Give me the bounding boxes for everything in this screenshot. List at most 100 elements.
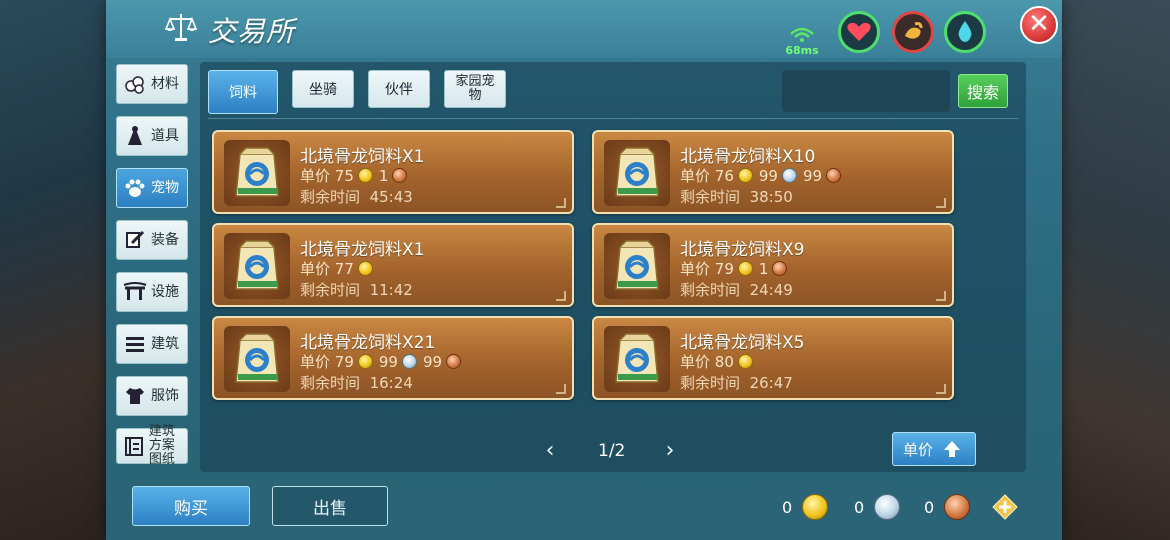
time-label: 剩余时间 xyxy=(300,281,361,299)
tab-label: 家园宠物 xyxy=(455,74,495,103)
gold-balance: 0 xyxy=(782,497,793,517)
sidebar-item-label: 服饰 xyxy=(151,387,179,404)
gold-coin-icon xyxy=(802,494,829,520)
time-remaining: 45:43 xyxy=(369,188,413,206)
listing-card[interactable]: 北境骨龙饲料X10 单价 76 99 99 剩余时间 38:50 xyxy=(592,130,954,214)
silver-coin-icon xyxy=(401,354,417,369)
chevron-right-icon: › xyxy=(665,438,675,463)
blueprint-icon xyxy=(123,434,145,458)
ping-value: 68ms xyxy=(785,44,819,57)
listing-card[interactable]: 北境骨龙饲料X21 单价 79 99 99 剩余时间 16:24 xyxy=(212,316,574,400)
facility-icon xyxy=(123,280,147,304)
page-indicator: 1/2 xyxy=(598,441,626,461)
search-button[interactable]: 搜索 xyxy=(958,74,1008,108)
item-price: 单价 80 xyxy=(680,351,759,372)
tab-partner[interactable]: 伙伴 xyxy=(368,70,430,108)
item-name: 北境骨龙饲料X1 xyxy=(300,147,425,167)
sidebar-item-label: 装备 xyxy=(151,231,179,248)
copper-coin-icon xyxy=(392,168,408,183)
add-currency-button[interactable] xyxy=(992,494,1018,520)
time-remaining: 24:49 xyxy=(749,281,793,299)
price-label: 单价 xyxy=(680,260,711,278)
listing-card[interactable]: 北境骨龙饲料X1 单价 75 1 剩余时间 45:43 xyxy=(212,130,574,214)
sort-label: 单价 xyxy=(903,440,934,459)
buy-button[interactable]: 购买 xyxy=(132,486,250,526)
sidebar-item-props[interactable]: 道具 xyxy=(116,116,188,156)
wallet-copper: 0 xyxy=(924,494,976,520)
listing-card[interactable]: 北境骨龙饲料X9 单价 79 1 剩余时间 24:49 xyxy=(592,223,954,307)
corner-mark xyxy=(936,291,946,301)
time-label: 剩余时间 xyxy=(300,188,361,206)
chevron-left-icon: ‹ xyxy=(545,438,555,463)
price-label: 单价 xyxy=(300,167,331,185)
gold-amount: 77 xyxy=(334,259,354,278)
tab-label: 坐骑 xyxy=(309,82,337,98)
time-label: 剩余时间 xyxy=(680,281,741,299)
exchange-panel: 交易所 68ms ✕ 材料 道具 宠物 装备 设施 建筑 服饰 建筑方案图纸 饲… xyxy=(106,0,1062,540)
tab-home-pet[interactable]: 家园宠物 xyxy=(444,70,506,108)
prev-page-button[interactable]: ‹ xyxy=(540,440,560,462)
sidebar-item-label: 设施 xyxy=(151,283,179,300)
copper-balance: 0 xyxy=(924,497,935,517)
sidebar-item-equipment[interactable]: 装备 xyxy=(116,220,188,260)
item-name: 北境骨龙饲料X1 xyxy=(300,240,425,260)
health-status-button[interactable] xyxy=(838,11,880,53)
sidebar-item-blueprint[interactable]: 建筑方案图纸 xyxy=(116,425,188,467)
feed-bag-icon xyxy=(604,233,670,299)
title-bar: 交易所 68ms ✕ xyxy=(106,0,1062,58)
sidebar-item-clothing[interactable]: 服饰 xyxy=(116,376,188,416)
buy-label: 购买 xyxy=(174,498,208,519)
close-button[interactable]: ✕ xyxy=(1020,6,1058,44)
sell-button[interactable]: 出售 xyxy=(272,486,388,526)
copper-amount: 1 xyxy=(758,259,769,278)
sort-by-price-button[interactable]: 单价 xyxy=(892,432,976,466)
gold-amount: 79 xyxy=(714,259,734,278)
feed-bag-icon xyxy=(224,140,290,206)
listing-card[interactable]: 北境骨龙饲料X5 单价 80 剩余时间 26:47 xyxy=(592,316,954,400)
tab-feed[interactable]: 饲料 xyxy=(208,70,278,114)
sidebar-item-facility[interactable]: 设施 xyxy=(116,272,188,312)
time-remaining: 11:42 xyxy=(369,281,413,299)
feed-bag-icon xyxy=(224,233,290,299)
copper-amount: 1 xyxy=(378,166,389,185)
sidebar-item-label: 建筑 xyxy=(151,335,179,352)
listing-card[interactable]: 北境骨龙饲料X1 单价 77 剩余时间 11:42 xyxy=(212,223,574,307)
search-button-label: 搜索 xyxy=(966,83,999,102)
gold-coin-icon xyxy=(737,261,753,276)
time-label: 剩余时间 xyxy=(300,374,361,392)
listing-area: 饲料 坐骑 伙伴 家园宠物 搜索 北境骨龙饲料X1 单价 75 1 剩余时间 4… xyxy=(200,62,1026,472)
page-title: 交易所 xyxy=(208,15,296,48)
silver-amount: 99 xyxy=(378,352,398,371)
copper-amount: 99 xyxy=(802,166,823,185)
gold-coin-icon xyxy=(737,168,753,183)
copper-coin-icon xyxy=(826,168,842,183)
silver-coin-icon xyxy=(781,168,797,183)
game-scene-left xyxy=(0,0,110,540)
tab-mount[interactable]: 坐骑 xyxy=(292,70,354,108)
gold-amount: 75 xyxy=(334,166,354,185)
item-name: 北境骨龙饲料X9 xyxy=(680,240,805,260)
divider xyxy=(208,118,1018,119)
next-page-button[interactable]: › xyxy=(660,440,680,462)
search-input[interactable] xyxy=(782,70,950,112)
tab-label: 饲料 xyxy=(229,85,257,101)
props-icon xyxy=(123,124,147,148)
wallet-silver: 0 xyxy=(854,494,906,520)
sidebar-item-materials[interactable]: 材料 xyxy=(116,64,188,104)
price-label: 单价 xyxy=(300,353,331,371)
silver-coin-icon xyxy=(874,494,901,520)
water-status-button[interactable] xyxy=(944,11,986,53)
sort-arrow-up-icon xyxy=(944,441,961,457)
food-icon xyxy=(905,22,923,39)
sidebar-item-building[interactable]: 建筑 xyxy=(116,324,188,364)
copper-coin-icon xyxy=(772,261,788,276)
corner-mark xyxy=(556,384,566,394)
sidebar-item-label: 道具 xyxy=(151,127,179,144)
sidebar-item-pets[interactable]: 宠物 xyxy=(116,168,188,208)
item-time: 剩余时间 11:42 xyxy=(300,279,413,300)
corner-mark xyxy=(936,384,946,394)
hunger-status-button[interactable] xyxy=(892,11,934,53)
feed-bag-icon xyxy=(604,326,670,392)
wallet-gold: 0 xyxy=(782,494,834,520)
building-icon xyxy=(123,332,147,356)
